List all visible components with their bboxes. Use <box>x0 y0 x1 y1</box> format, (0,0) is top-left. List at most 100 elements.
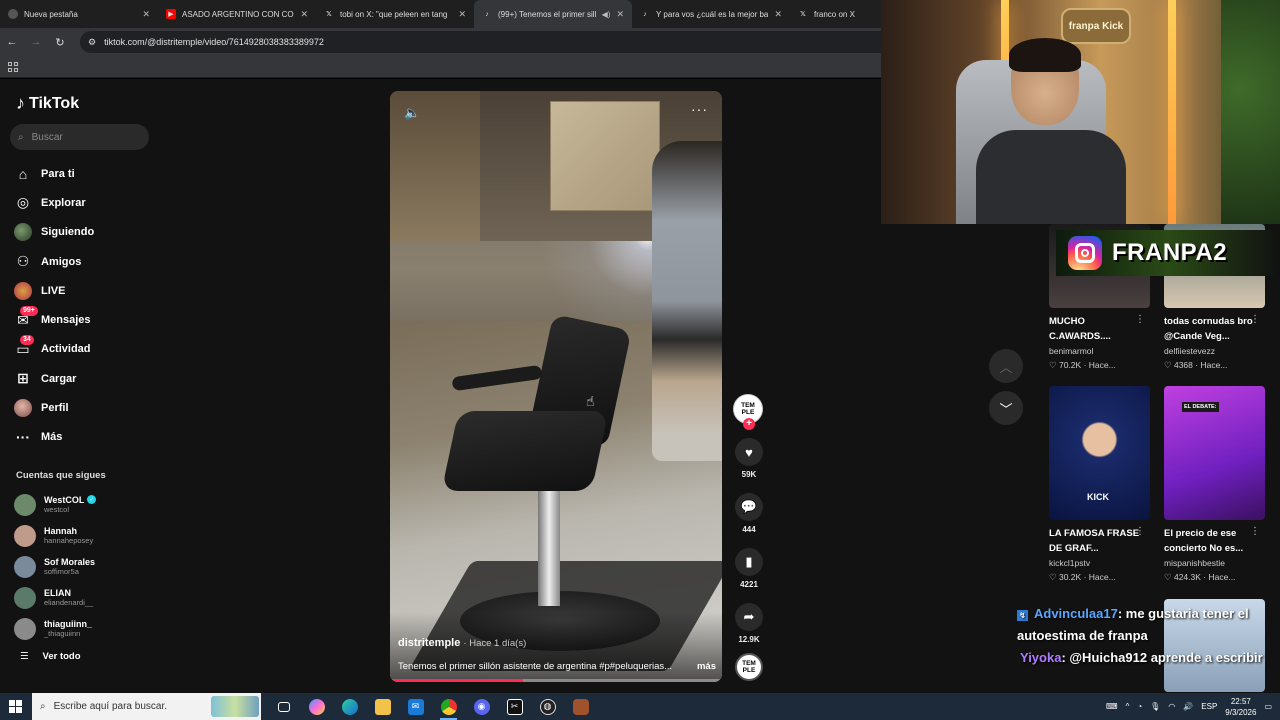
copilot-icon[interactable] <box>300 693 333 720</box>
webcam-plant-wall <box>1221 0 1280 224</box>
following-heading: Cuentas que sigues <box>16 470 106 481</box>
card-time: · Hace... <box>1195 360 1228 370</box>
menu-item-label: Cargar <box>41 372 77 385</box>
close-tab-icon[interactable]: ✕ <box>300 9 308 20</box>
browser-tab[interactable]: ▶ ASADO ARGENTINO CON COS ✕ <box>158 0 316 28</box>
browser-tab-active[interactable]: ♪ (99+) Tenemos el primer sillón ◀) ✕ <box>474 0 632 28</box>
previous-video-button[interactable]: ︿ <box>989 349 1023 383</box>
close-tab-icon[interactable]: ✕ <box>142 9 150 20</box>
app-avatar-icon[interactable] <box>564 693 597 720</box>
video-author[interactable]: distritemple · Hace 1 día(s) <box>398 637 526 649</box>
volume-icon[interactable]: 🔈 <box>404 105 420 121</box>
more-options-icon[interactable]: ··· <box>691 101 708 117</box>
language-indicator[interactable]: ESP <box>1201 702 1217 711</box>
windows-start-icon[interactable] <box>0 693 30 720</box>
back-icon[interactable]: ← <box>0 36 24 48</box>
clock[interactable]: 22:57 9/3/2026 <box>1225 696 1256 718</box>
like-button[interactable]: ♥ 59K <box>733 438 765 479</box>
following-account[interactable]: ELIAN eliandenardi__ <box>14 582 154 613</box>
task-view-icon[interactable] <box>267 693 300 720</box>
x-icon: 𝕏 <box>326 11 332 18</box>
speaker-icon[interactable]: ◀) <box>602 10 611 19</box>
recommended-card[interactable]: EL DEBATE: El precio de ese concierto No… <box>1164 386 1272 583</box>
save-button[interactable]: ▮ 4221 <box>733 548 765 589</box>
video-progress-fill <box>390 679 523 682</box>
upload-icon: ⊞ <box>17 370 29 387</box>
card-more-icon[interactable]: ⋮ <box>1135 526 1145 537</box>
card-more-icon[interactable]: ⋮ <box>1135 314 1145 325</box>
next-video-button[interactable]: ﹀ <box>989 391 1023 425</box>
comment-button[interactable]: 💬 444 <box>733 493 765 534</box>
thumbnail-overlay-text: EL DEBATE: <box>1182 402 1219 412</box>
mail-icon[interactable]: ✉ <box>399 693 432 720</box>
notifications-icon[interactable]: ▭ <box>1264 702 1272 711</box>
menu-item-label: Actividad <box>41 343 91 356</box>
volume-tray-icon[interactable]: 🔊 <box>1183 702 1193 711</box>
search-box[interactable]: ⌕ <box>10 124 149 150</box>
menu-item-perfil[interactable]: Perfil <box>14 393 154 422</box>
music-disc-icon[interactable]: TEM PLE <box>735 653 763 681</box>
close-tab-icon[interactable]: ✕ <box>774 9 782 20</box>
following-account[interactable]: thiaguiinn_ _thiaguiinn <box>14 613 154 644</box>
chrome-icon[interactable] <box>432 693 465 720</box>
reload-icon[interactable]: ↻ <box>48 36 72 49</box>
apps-grid-icon[interactable] <box>8 62 18 72</box>
account-username: westcol <box>44 504 70 514</box>
menu-item-label: Más <box>41 431 63 444</box>
browser-tab[interactable]: Nueva pestaña ✕ <box>0 0 158 28</box>
following-account[interactable]: Hannah hannahеposey <box>14 520 154 551</box>
forward-icon[interactable]: → <box>24 36 48 48</box>
tray-chevron-up-icon[interactable]: ^ <box>1126 702 1130 711</box>
stream-chat: ↯ Advinculaa17: me gustaria tener el auto… <box>1017 603 1280 669</box>
music-disc-text: TEM PLE <box>742 660 756 674</box>
menu-item-live[interactable]: LIVE <box>14 276 154 305</box>
menu-item-actividad[interactable]: ▭ 34 Actividad <box>14 335 154 364</box>
browser-tab[interactable]: ♪ Y para vos ¿cuál es la mejor bar ✕ <box>632 0 790 28</box>
video-player[interactable]: 🔈 ··· ☝ distritemple · Hace 1 día(s) Ten… <box>390 91 722 682</box>
follow-plus-icon[interactable]: + <box>743 418 755 430</box>
menu-item-mas[interactable]: ··· Más <box>14 423 154 452</box>
close-tab-icon[interactable]: ✕ <box>458 9 466 20</box>
capcut-icon[interactable]: ✂ <box>498 693 531 720</box>
following-account[interactable]: WestCOL ✓ westcol <box>14 489 154 520</box>
card-title: El precio de ese concierto No es... <box>1164 528 1244 554</box>
menu-item-label: LIVE <box>41 284 66 297</box>
menu-item-amigos[interactable]: ⚇ Amigos <box>14 247 154 276</box>
file-explorer-icon[interactable] <box>366 693 399 720</box>
more-link[interactable]: más <box>697 661 716 672</box>
video-thumbnail[interactable]: KICK <box>1049 386 1150 520</box>
following-account[interactable]: Sof Morales soffimor5a <box>14 551 154 582</box>
bookmark-icon: ▮ <box>735 548 763 576</box>
close-tab-icon[interactable]: ✕ <box>616 9 624 20</box>
heart-icon: ♥ <box>735 438 763 466</box>
discord-icon[interactable]: ◉ <box>465 693 498 720</box>
taskbar-search[interactable]: ⌕ Escribe aquí para buscar. <box>32 693 261 720</box>
network-icon[interactable]: ◔ <box>1137 702 1142 711</box>
menu-item-mensajes[interactable]: ✉ 99+ Mensajes <box>14 305 154 334</box>
card-more-icon[interactable]: ⋮ <box>1250 314 1260 325</box>
address-bar[interactable]: ⚙ tiktok.com/@distritemple/video/7614928… <box>80 31 920 53</box>
search-icon: ⌕ <box>40 701 46 712</box>
chat-username: Advinculaa17 <box>1034 606 1118 621</box>
card-more-icon[interactable]: ⋮ <box>1250 526 1260 537</box>
menu-item-explorar[interactable]: ◎ Explorar <box>14 188 154 217</box>
search-input[interactable] <box>31 131 132 143</box>
mic-icon[interactable]: 🎙 <box>1150 702 1160 711</box>
share-button[interactable]: ➦ 12.9K <box>733 603 765 644</box>
creator-avatar[interactable]: TEM PLE + <box>733 394 763 430</box>
browser-tab[interactable]: 𝕏 tobi on X: "que peleen en tang ✕ <box>316 0 474 28</box>
menu-item-siguiendo[interactable]: Siguiendo <box>14 218 154 247</box>
see-all-link[interactable]: ☰ Ver todo <box>20 651 81 662</box>
wifi-icon[interactable]: ◠ <box>1168 702 1175 711</box>
menu-item-cargar[interactable]: ⊞ Cargar <box>14 364 154 393</box>
edge-icon[interactable] <box>333 693 366 720</box>
site-info-icon[interactable]: ⚙ <box>88 37 96 48</box>
tiktok-logo[interactable]: ♪ TikTok <box>16 93 79 114</box>
menu-item-para-ti[interactable]: ⌂ Para ti <box>14 159 154 188</box>
video-progress-bar[interactable] <box>390 679 722 682</box>
video-description: Tenemos el primer sillón asistente de ar… <box>398 661 716 672</box>
video-thumbnail[interactable]: EL DEBATE: <box>1164 386 1265 520</box>
obs-icon[interactable]: ◍ <box>531 693 564 720</box>
keyboard-icon[interactable]: ⌨ <box>1106 702 1118 711</box>
recommended-card[interactable]: KICK LA FAMOSA FRASE DE GRAF... ⋮ kickcl… <box>1049 386 1157 583</box>
